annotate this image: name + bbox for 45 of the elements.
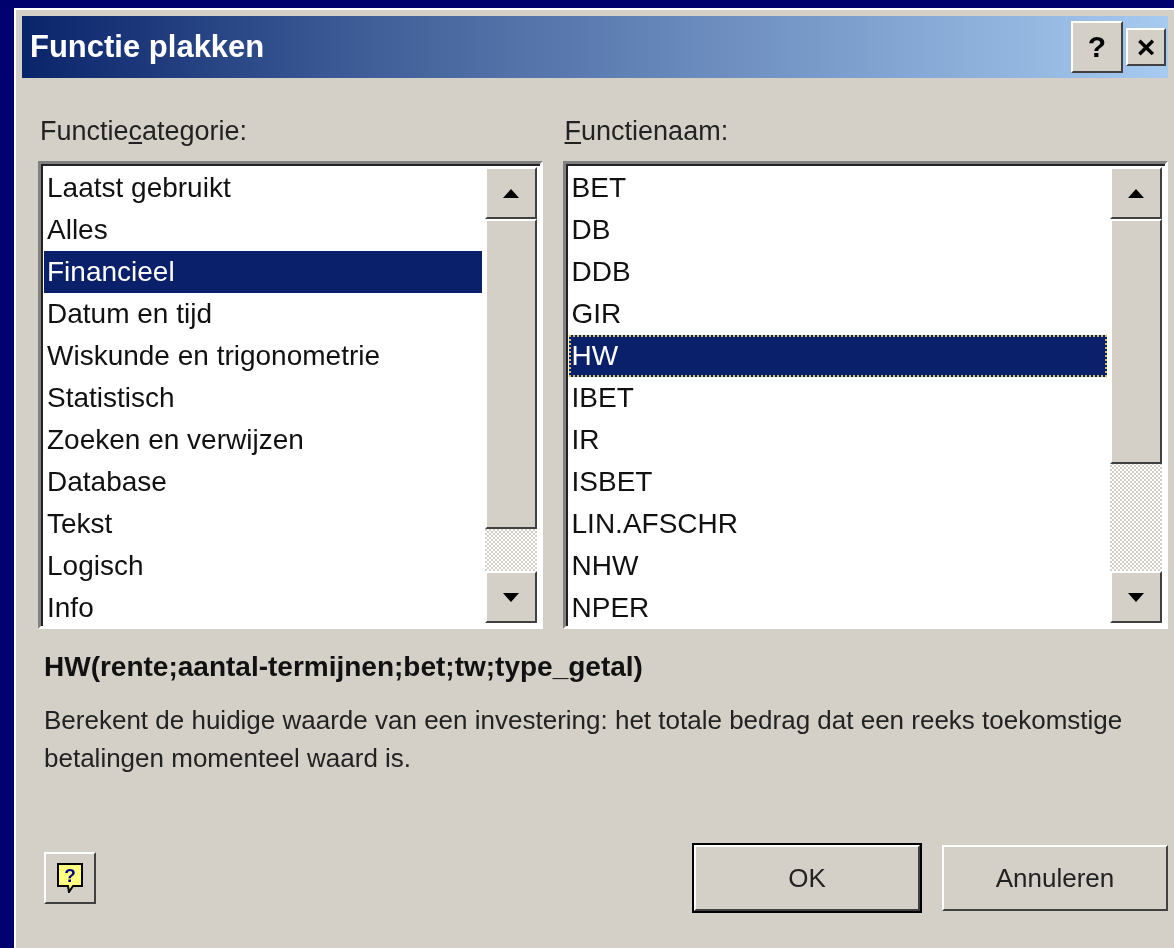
- list-item[interactable]: NPER: [568, 587, 1107, 629]
- up-arrow-icon: [1128, 188, 1144, 198]
- list-label: Functienaam:: [563, 116, 730, 147]
- cancel-button[interactable]: Annuleren: [942, 845, 1168, 911]
- help-button[interactable]: ?: [44, 852, 96, 904]
- list-item[interactable]: Datum en tijd: [44, 293, 482, 335]
- window-title: Functie plakken: [30, 29, 266, 65]
- list-item[interactable]: Laatst gebruikt: [44, 167, 482, 209]
- list-item[interactable]: LIN.AFSCHR: [568, 503, 1107, 545]
- scroll-down-button[interactable]: [484, 571, 537, 623]
- list-item[interactable]: DB: [568, 209, 1107, 251]
- list-item[interactable]: GIR: [568, 293, 1107, 335]
- function-description: Berekent de huidige waarde van een investering: het totale bedrag dat een reeks toekomstige betalingen momenteel waard is.: [44, 704, 1124, 775]
- up-arrow-icon: [502, 188, 519, 198]
- help-bubble-icon: ?: [57, 863, 83, 893]
- list-item[interactable]: Alles: [44, 209, 482, 251]
- list-item[interactable]: NHW: [568, 545, 1107, 587]
- list-item[interactable]: Tekst: [44, 503, 482, 545]
- list-item[interactable]: Logisch: [44, 545, 482, 587]
- close-button[interactable]: ×: [1126, 28, 1166, 66]
- list-item[interactable]: IR: [568, 419, 1107, 461]
- list-item[interactable]: ISBET: [568, 461, 1107, 503]
- list-label: Functiecategorie:: [39, 116, 249, 147]
- list-item[interactable]: Zoeken en verwijzen: [44, 419, 482, 461]
- list-item[interactable]: BET: [568, 167, 1107, 209]
- list-item[interactable]: DDB: [568, 251, 1107, 293]
- list-box[interactable]: Laatst gebruikt Alles Financieel Datum en tijd Wiskunde en trigonometrie Statistisch Zoeken en verwijzen Database Tekst Logisch Info: [38, 161, 543, 629]
- ok-button[interactable]: OK: [694, 845, 920, 911]
- list-item[interactable]: Database: [44, 461, 482, 503]
- list-item[interactable]: IBET: [568, 377, 1107, 419]
- down-arrow-icon: [1128, 592, 1144, 602]
- function-syntax: HW(rente;aantal-termijnen;bet;tw;type_getal): [44, 651, 644, 683]
- scroll-thumb[interactable]: [1110, 219, 1162, 464]
- scroll-thumb[interactable]: [484, 219, 537, 529]
- scroll-up-button[interactable]: [1110, 167, 1162, 219]
- scroll-up-button[interactable]: [484, 167, 537, 219]
- list-item[interactable]: Info: [44, 587, 482, 629]
- list-item[interactable]: Financieel: [44, 251, 482, 293]
- list-item[interactable]: HW: [568, 335, 1107, 377]
- list-item[interactable]: Wiskunde en trigonometrie: [44, 335, 482, 377]
- list-box[interactable]: BET DB DDB GIR HW IBET IR ISBET LIN.AFSCHR NHW NPER: [562, 161, 1168, 629]
- help-button[interactable]: ?: [1071, 21, 1123, 73]
- list-item[interactable]: Statistisch: [44, 377, 482, 419]
- down-arrow-icon: [502, 592, 519, 602]
- scroll-down-button[interactable]: [1110, 571, 1162, 623]
